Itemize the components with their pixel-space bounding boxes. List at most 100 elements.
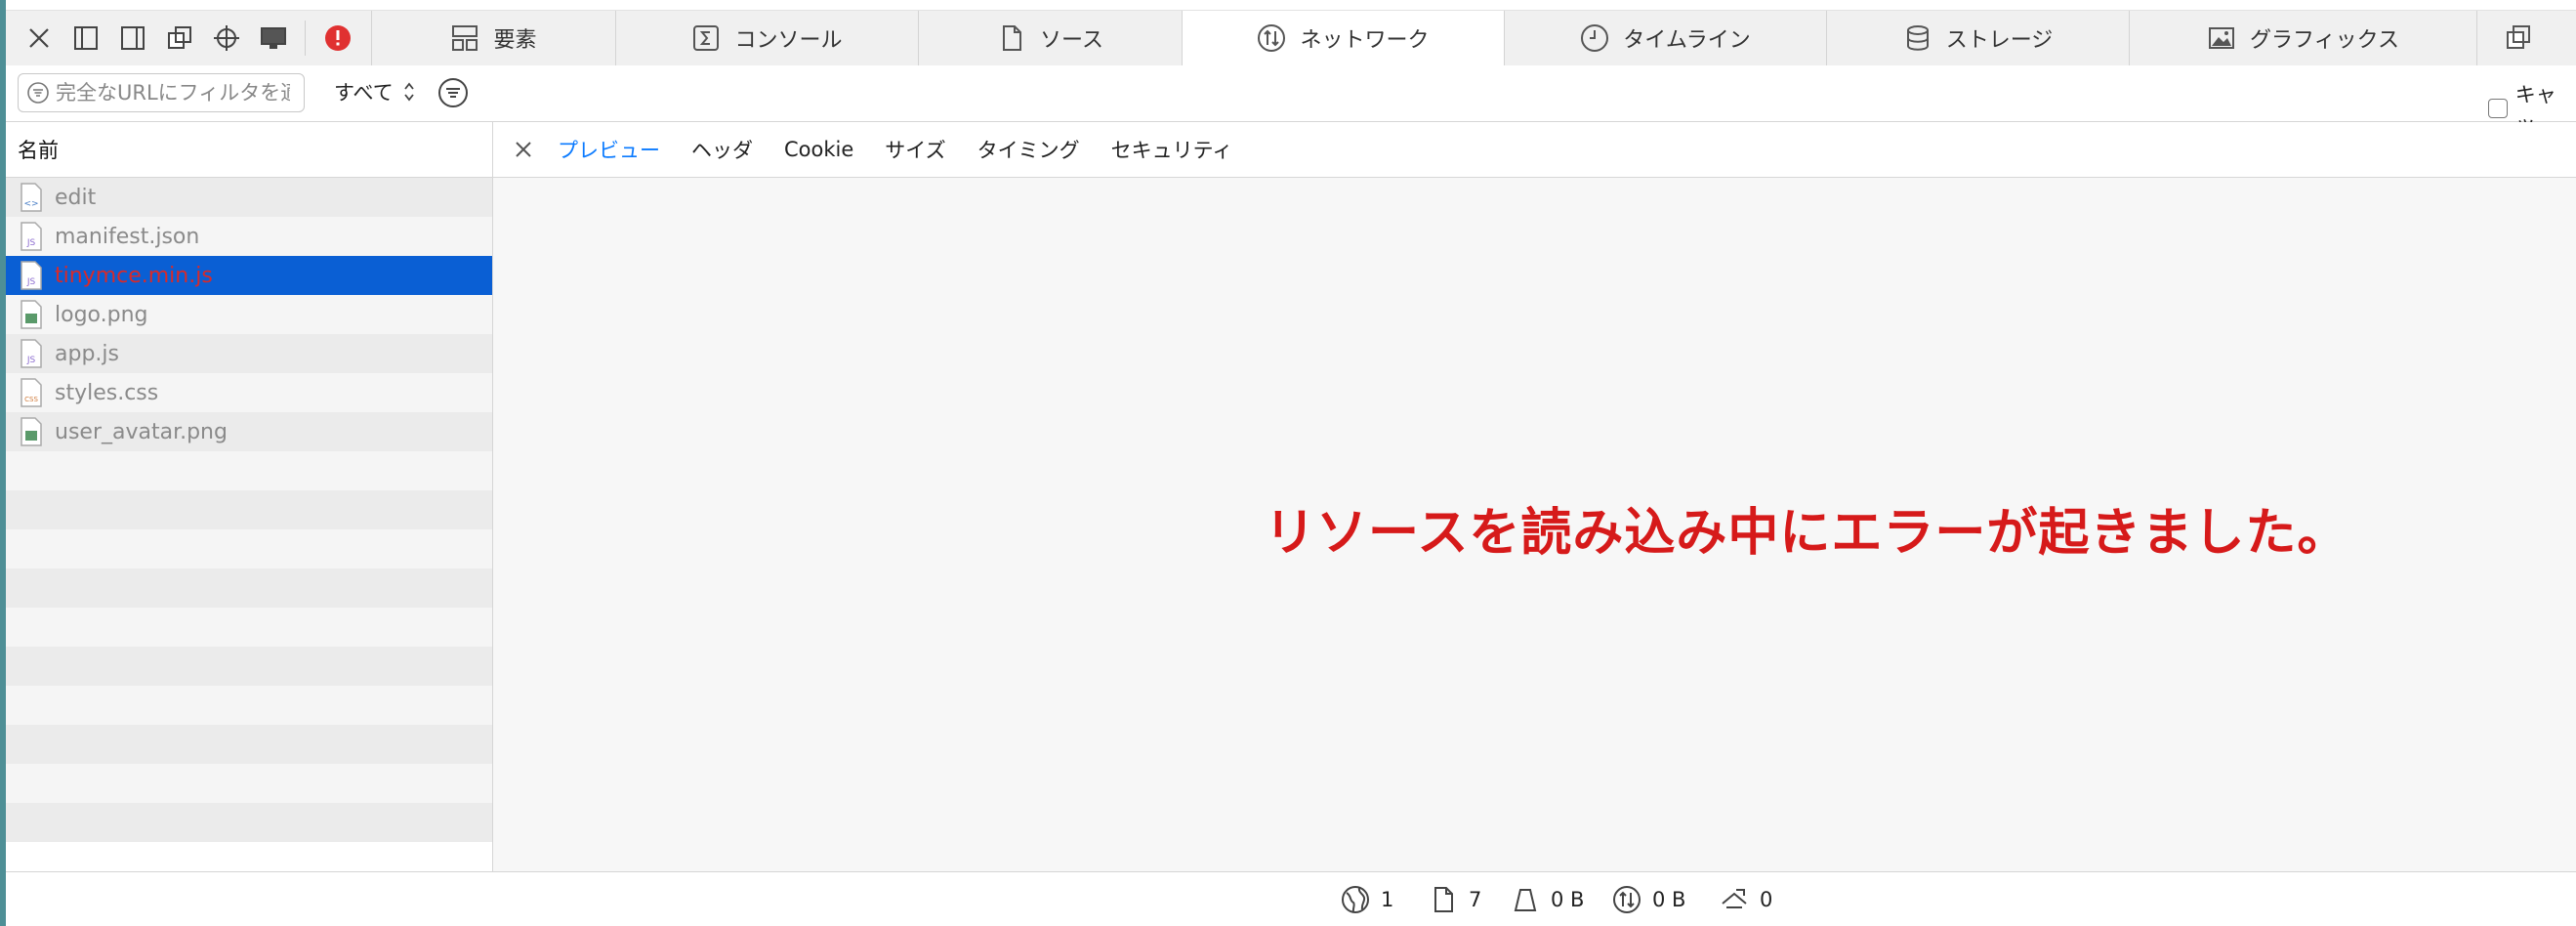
resources-count: 7 (1469, 888, 1482, 911)
disable-cache-checkbox[interactable] (2488, 99, 2508, 118)
svg-text:<>: <> (23, 199, 38, 209)
weight-icon (1514, 889, 1537, 911)
toolbar-divider (305, 21, 306, 56)
tab-label: ネットワーク (1300, 28, 1430, 53)
globe-icon (1342, 886, 1369, 913)
html-file-icon: <> (21, 183, 42, 212)
undock-icon[interactable] (162, 21, 197, 56)
web-inspector-window: 要素 コンソール ソース ネットワーク タイムライン ストレージ グラフィックス (6, 0, 2576, 926)
name-column-label: 名前 (18, 139, 59, 162)
svg-text:JS: JS (26, 356, 36, 365)
tab-timelines[interactable]: タイムライン (1504, 11, 1826, 65)
resource-name: edit (55, 185, 97, 210)
console-icon (693, 25, 720, 51)
resource-row[interactable]: JS tinymce.min.js (6, 256, 492, 295)
domains-count: 1 (1381, 888, 1394, 911)
resource-name: app.js (55, 341, 119, 366)
device-icon[interactable] (256, 21, 291, 56)
domains-stat: 1 (1340, 884, 1393, 915)
load-time: 0 (1760, 888, 1773, 911)
svg-text:JS: JS (26, 238, 36, 248)
image-file-icon (21, 417, 42, 446)
url-filter-field[interactable] (18, 73, 305, 112)
resource-row[interactable]: JS manifest.json (6, 217, 492, 256)
tab-graphics[interactable]: グラフィックス (2129, 11, 2476, 65)
tab-console[interactable]: コンソール (615, 11, 918, 65)
tab-network[interactable]: ネットワーク (1182, 11, 1504, 66)
tab-label: 要素 (493, 28, 537, 53)
empty-row (6, 764, 492, 803)
tab-timing[interactable]: タイミング (977, 135, 1080, 164)
status-bar: 1 7 0 B 0 B 0 (6, 871, 2576, 926)
name-column-header[interactable]: 名前 (6, 122, 492, 178)
empty-row (6, 568, 492, 608)
resource-name: user_avatar.png (55, 419, 228, 444)
size-stat: 0 B (1611, 884, 1685, 915)
toolbar: 要素 コンソール ソース ネットワーク タイムライン ストレージ グラフィックス (6, 10, 2576, 66)
network-icon (1258, 24, 1286, 52)
transferred-size: 0 B (1551, 888, 1585, 911)
image-file-icon (21, 300, 42, 329)
tab-cookies[interactable]: Cookie (784, 138, 853, 161)
filter-bar: すべて キャッ (6, 65, 2576, 136)
storage-icon (1906, 25, 1929, 51)
resource-type-value: すべて (334, 81, 394, 105)
resource-type-select[interactable]: すべて (334, 77, 415, 106)
graphics-icon (2209, 27, 2235, 49)
svg-text:CSS: CSS (24, 396, 38, 403)
tab-sizes[interactable]: サイズ (885, 135, 945, 164)
tab-label: グラフィックス (2250, 28, 2399, 53)
empty-row (6, 803, 492, 842)
empty-row (6, 725, 492, 764)
js-file-icon: JS (21, 339, 42, 368)
load-time-icon (1722, 889, 1747, 908)
tab-headers[interactable]: ヘッダ (691, 135, 753, 164)
resource-row[interactable]: JS app.js (6, 334, 492, 373)
document-icon (1434, 887, 1453, 912)
empty-row (6, 490, 492, 529)
resource-name: tinymce.min.js (55, 263, 213, 288)
timeline-icon (1581, 24, 1609, 52)
js-file-icon: JS (21, 222, 42, 251)
inspect-target-icon[interactable] (209, 21, 244, 56)
dock-left-icon[interactable] (68, 21, 104, 56)
resource-row[interactable]: <> edit (6, 178, 492, 217)
tab-storage[interactable]: ストレージ (1826, 11, 2129, 65)
tab-elements[interactable]: 要素 (371, 11, 615, 65)
updown-chevron-icon (403, 81, 415, 103)
close-icon[interactable] (21, 21, 57, 56)
resource-name: styles.css (55, 380, 159, 405)
resource-row[interactable]: user_avatar.png (6, 412, 492, 451)
css-file-icon: CSS (21, 378, 42, 407)
time-stat: 0 (1719, 884, 1772, 915)
error-message: リソースを読み込み中にエラーが起きました。 (1265, 504, 2349, 563)
sources-icon (1003, 25, 1022, 51)
error-icon[interactable] (320, 21, 355, 56)
resources-stat: 7 (1428, 884, 1481, 915)
url-filter-input[interactable] (54, 80, 292, 105)
tab-label: コンソール (734, 28, 843, 53)
tab-label: ソース (1040, 28, 1103, 53)
close-detail-icon[interactable] (511, 137, 536, 162)
tab-label: タイムライン (1623, 28, 1751, 53)
svg-text:JS: JS (26, 277, 36, 287)
windows-icon (2507, 25, 2530, 49)
detail-tabs: プレビュー ヘッダ Cookie サイズ タイミング セキュリティ (493, 122, 2576, 178)
tab-security[interactable]: セキュリティ (1111, 135, 1233, 164)
resource-size: 0 B (1652, 888, 1686, 911)
resource-row[interactable]: CSS styles.css (6, 373, 492, 412)
filter-options-icon[interactable] (437, 77, 469, 108)
resource-rows: <> edit JS manifest.json JS tinymce.min.js log… (6, 178, 492, 842)
resource-name: logo.png (55, 302, 148, 327)
empty-row (6, 647, 492, 686)
dock-right-icon[interactable] (115, 21, 150, 56)
js-file-icon: JS (21, 261, 42, 290)
empty-row (6, 608, 492, 647)
tab-overflow[interactable] (2476, 11, 2576, 65)
resource-row[interactable]: logo.png (6, 295, 492, 334)
empty-row (6, 686, 492, 725)
elements-icon (452, 25, 478, 51)
tab-preview[interactable]: プレビュー (558, 135, 660, 164)
empty-row (6, 529, 492, 568)
tab-sources[interactable]: ソース (918, 11, 1182, 65)
